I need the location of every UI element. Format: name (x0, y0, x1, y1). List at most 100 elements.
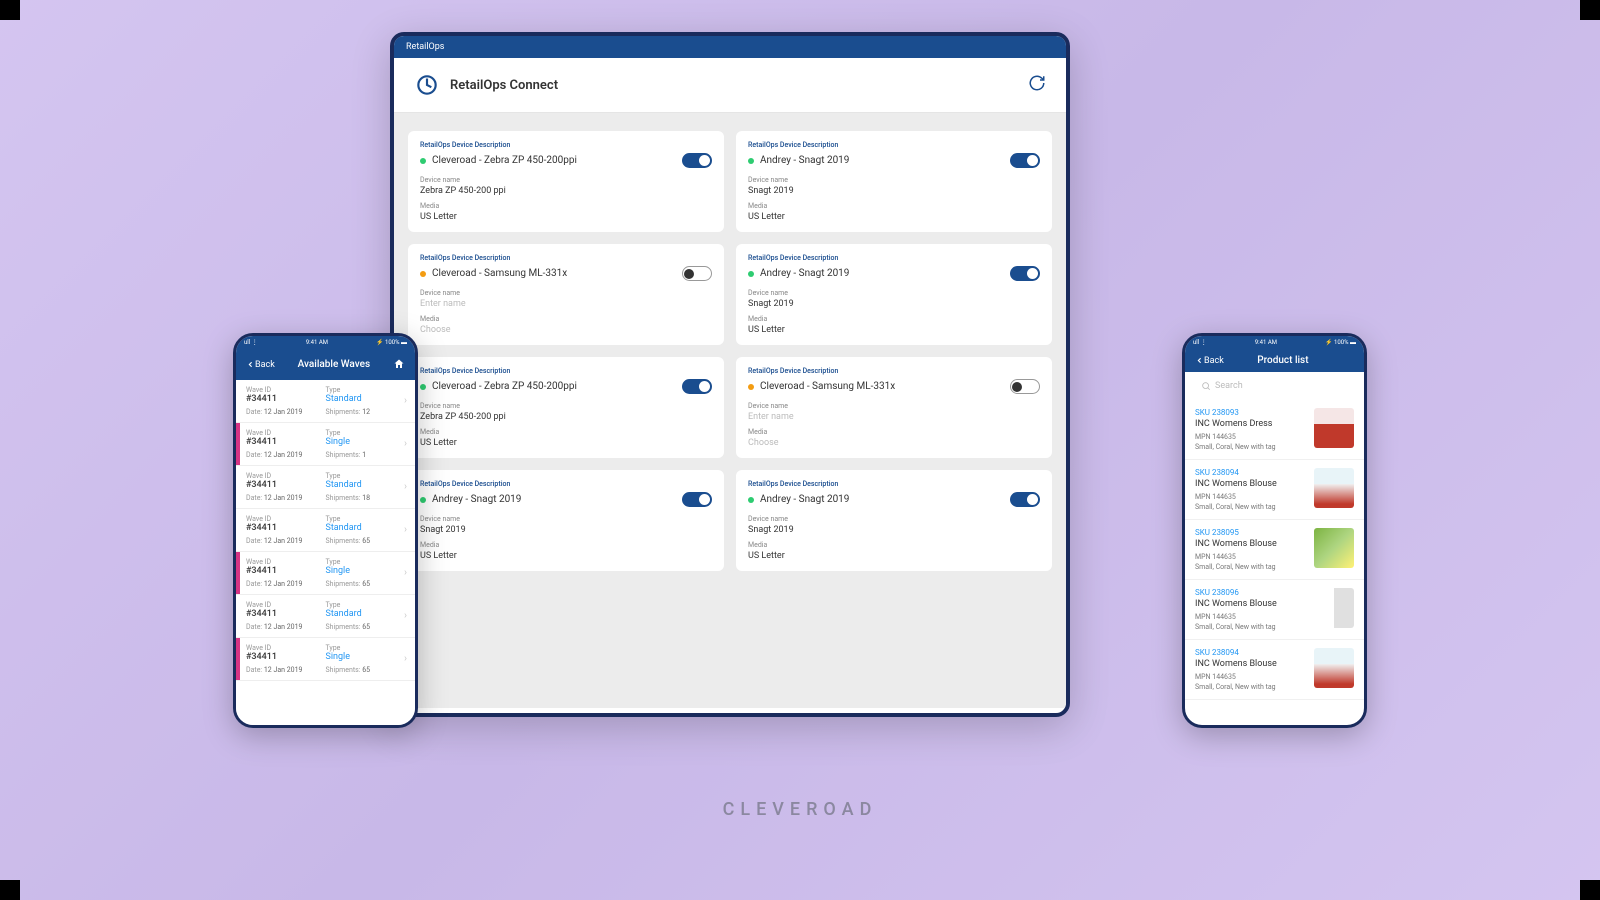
device-name-value: Snagt 2019 (420, 525, 712, 535)
device-toggle[interactable] (1010, 492, 1040, 507)
wave-id-label: Wave ID (246, 472, 326, 480)
product-item[interactable]: SKU 238094 INC Womens Blouse MPN 144635 … (1185, 640, 1364, 700)
card-label: RetailOps Device Description (748, 480, 1040, 488)
field-label: Media (420, 428, 712, 436)
status-dot-icon (420, 271, 426, 277)
wave-shipments-label: Shipments: (326, 494, 361, 502)
back-button[interactable]: Back (1195, 356, 1224, 366)
product-meta: Small, Coral, New with tag (1195, 563, 1308, 571)
phone-waves: ull ⋮ 9:41 AM ⚡ 100% ▬ Back Available Wa… (233, 333, 418, 728)
device-name-value: Zebra ZP 450-200 ppi (420, 412, 712, 422)
wave-type-value: Standard (326, 394, 406, 404)
wave-date-label: Date: (246, 408, 262, 416)
card-label: RetailOps Device Description (420, 141, 712, 149)
tablet-body: RetailOps Device Description Cleveroad -… (394, 113, 1066, 708)
product-name: INC Womens Dress (1195, 419, 1308, 429)
chevron-right-icon: › (404, 482, 407, 493)
device-toggle[interactable] (682, 266, 712, 281)
device-name-placeholder[interactable]: Enter name (420, 299, 712, 309)
wave-item[interactable]: Wave ID #34411 Date: 12 Jan 2019 Type St… (236, 509, 415, 552)
card-label: RetailOps Device Description (420, 254, 712, 262)
wave-id-value: #34411 (246, 523, 326, 533)
field-label: Device name (420, 402, 712, 410)
device-media-value: US Letter (748, 325, 1040, 335)
device-name-value: Snagt 2019 (748, 525, 1040, 535)
wave-item[interactable]: Wave ID #34411 Date: 12 Jan 2019 Type Si… (236, 423, 415, 466)
wave-type-value: Standard (326, 609, 406, 619)
card-label: RetailOps Device Description (748, 141, 1040, 149)
chevron-right-icon: › (404, 611, 407, 622)
device-card: RetailOps Device Description Cleveroad -… (408, 131, 724, 232)
wave-shipments-value: 12 (362, 408, 370, 416)
chevron-right-icon: › (404, 396, 407, 407)
app-name: RetailOps Connect (450, 78, 558, 93)
wave-shipments-value: 65 (362, 537, 370, 545)
wave-item[interactable]: Wave ID #34411 Date: 12 Jan 2019 Type St… (236, 595, 415, 638)
wave-id-value: #34411 (246, 609, 326, 619)
product-mpn: MPN 144635 (1195, 433, 1308, 441)
product-sku: SKU 238095 (1195, 528, 1308, 537)
device-toggle[interactable] (682, 492, 712, 507)
wave-shipments-label: Shipments: (326, 408, 361, 416)
brand-watermark: CLEVEROAD (723, 799, 878, 820)
product-thumbnail (1314, 648, 1354, 688)
home-icon[interactable] (393, 355, 405, 374)
wave-date-value: 12 Jan 2019 (264, 580, 303, 588)
device-card: RetailOps Device Description Andrey - Sn… (736, 131, 1052, 232)
device-name-value: Zebra ZP 450-200 ppi (420, 186, 712, 196)
wave-item[interactable]: Wave ID #34411 Date: 12 Jan 2019 Type St… (236, 466, 415, 509)
wave-date-label: Date: (246, 580, 262, 588)
wave-id-value: #34411 (246, 652, 326, 662)
wave-shipments-label: Shipments: (326, 451, 361, 459)
product-mpn: MPN 144635 (1195, 493, 1308, 501)
wave-shipments-value: 65 (362, 623, 370, 631)
device-title: Andrey - Snagt 2019 (432, 494, 682, 505)
search-input[interactable]: Search (1193, 378, 1356, 394)
wave-date-value: 12 Jan 2019 (264, 494, 303, 502)
chevron-right-icon: › (404, 654, 407, 665)
wave-type-value: Single (326, 652, 406, 662)
wave-accent-bar (236, 552, 240, 594)
device-toggle[interactable] (682, 379, 712, 394)
product-meta: Small, Coral, New with tag (1195, 503, 1308, 511)
wave-item[interactable]: Wave ID #34411 Date: 12 Jan 2019 Type Si… (236, 552, 415, 595)
refresh-icon[interactable] (1028, 74, 1046, 96)
wave-id-label: Wave ID (246, 386, 326, 394)
product-item[interactable]: SKU 238094 INC Womens Blouse MPN 144635 … (1185, 460, 1364, 520)
chevron-right-icon: › (404, 525, 407, 536)
wave-item[interactable]: Wave ID #34411 Date: 12 Jan 2019 Type Si… (236, 638, 415, 681)
device-media-placeholder[interactable]: Choose (420, 325, 712, 335)
wave-date-label: Date: (246, 623, 262, 631)
field-label: Device name (748, 515, 1040, 523)
device-name-placeholder[interactable]: Enter name (748, 412, 1040, 422)
wave-shipments-label: Shipments: (326, 580, 361, 588)
device-toggle[interactable] (1010, 153, 1040, 168)
wave-shipments-label: Shipments: (326, 623, 361, 631)
wave-id-label: Wave ID (246, 429, 326, 437)
field-label: Device name (748, 402, 1040, 410)
device-toggle[interactable] (1010, 379, 1040, 394)
product-item[interactable]: SKU 238093 INC Womens Dress MPN 144635 S… (1185, 400, 1364, 460)
device-media-value: US Letter (420, 551, 712, 561)
back-button[interactable]: Back (246, 360, 275, 370)
product-item[interactable]: SKU 238095 INC Womens Blouse MPN 144635 … (1185, 520, 1364, 580)
product-name: INC Womens Blouse (1195, 659, 1308, 669)
device-card: RetailOps Device Description Cleveroad -… (408, 244, 724, 345)
wave-type-value: Standard (326, 480, 406, 490)
product-sku: SKU 238096 (1195, 588, 1308, 597)
card-label: RetailOps Device Description (748, 367, 1040, 375)
product-item[interactable]: SKU 238096 INC Womens Blouse MPN 144635 … (1185, 580, 1364, 640)
wave-date-value: 12 Jan 2019 (264, 537, 303, 545)
product-mpn: MPN 144635 (1195, 613, 1308, 621)
wave-shipments-value: 1 (362, 451, 366, 459)
device-title: Cleveroad - Samsung ML-331x (760, 381, 1010, 392)
wave-item[interactable]: Wave ID #34411 Date: 12 Jan 2019 Type St… (236, 380, 415, 423)
phone-header: Back Available Waves (236, 349, 415, 380)
status-dot-icon (748, 497, 754, 503)
device-media-placeholder[interactable]: Choose (748, 438, 1040, 448)
product-name: INC Womens Blouse (1195, 479, 1308, 489)
status-dot-icon (748, 384, 754, 390)
device-toggle[interactable] (1010, 266, 1040, 281)
device-toggle[interactable] (682, 153, 712, 168)
wave-id-value: #34411 (246, 437, 326, 447)
